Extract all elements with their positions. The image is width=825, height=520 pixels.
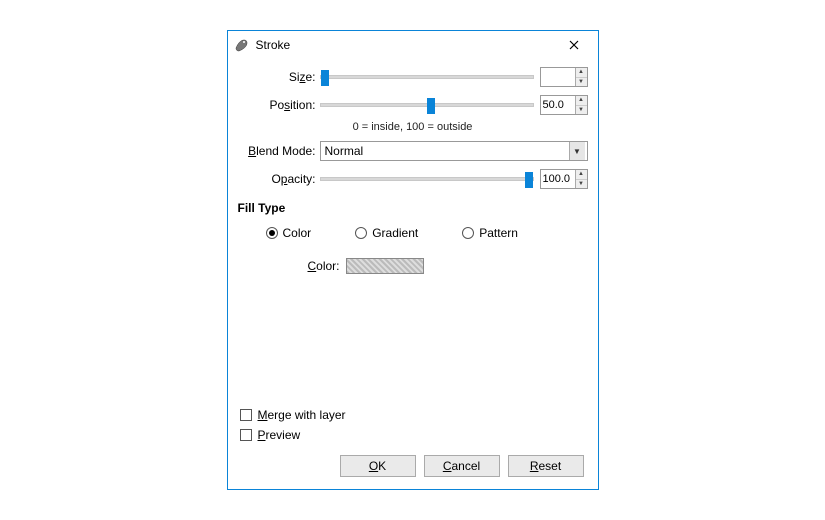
size-slider[interactable] [320, 75, 534, 79]
size-spinbox[interactable]: ▲ ▼ [540, 67, 588, 87]
size-row: Size: ▲ ▼ [238, 65, 588, 89]
cancel-button[interactable]: Cancel [424, 455, 500, 477]
radio-icon [462, 227, 474, 239]
opacity-input[interactable] [541, 170, 575, 188]
size-spin-arrows[interactable]: ▲ ▼ [575, 68, 587, 86]
position-slider-thumb[interactable] [427, 98, 435, 114]
fill-pattern-radio[interactable]: Pattern [462, 226, 518, 240]
position-row: Position: ▲ ▼ [238, 93, 588, 117]
position-input[interactable] [541, 96, 575, 114]
fill-pattern-label: Pattern [479, 226, 518, 240]
fill-color-radio[interactable]: Color [266, 226, 312, 240]
position-spin-arrows[interactable]: ▲ ▼ [575, 96, 587, 114]
opacity-row: Opacity: ▲ ▼ [238, 167, 588, 191]
down-arrow-icon[interactable]: ▼ [576, 78, 587, 87]
close-icon [569, 40, 579, 50]
blend-mode-row: Blend Mode: Normal ▼ [238, 139, 588, 163]
reset-button[interactable]: Reset [508, 455, 584, 477]
preview-check-row[interactable]: Preview [238, 425, 588, 445]
color-swatch-button[interactable] [346, 258, 424, 274]
button-row: OK Cancel Reset [238, 445, 588, 487]
opacity-spinbox[interactable]: ▲ ▼ [540, 169, 588, 189]
opacity-spin-arrows[interactable]: ▲ ▼ [575, 170, 587, 188]
close-button[interactable] [556, 33, 592, 57]
radio-icon [355, 227, 367, 239]
blend-mode-label: Blend Mode: [238, 144, 320, 158]
up-arrow-icon[interactable]: ▲ [576, 68, 587, 78]
fill-gradient-radio[interactable]: Gradient [355, 226, 418, 240]
fill-type-radios: Color Gradient Pattern [238, 223, 588, 243]
ok-button[interactable]: OK [340, 455, 416, 477]
preview-checkbox[interactable] [240, 429, 252, 441]
blend-mode-select[interactable]: Normal ▼ [320, 141, 588, 161]
app-icon [234, 37, 250, 53]
color-row: Color: [238, 255, 588, 277]
size-label: Size: [238, 70, 320, 84]
position-spinbox[interactable]: ▲ ▼ [540, 95, 588, 115]
fill-color-label: Color [283, 226, 312, 240]
color-label: Color: [308, 259, 340, 273]
titlebar: Stroke [228, 31, 598, 59]
blend-mode-value: Normal [325, 144, 569, 158]
dialog-title: Stroke [256, 38, 556, 52]
up-arrow-icon[interactable]: ▲ [576, 96, 587, 106]
preview-label: Preview [258, 428, 301, 442]
size-slider-thumb[interactable] [321, 70, 329, 86]
fill-gradient-label: Gradient [372, 226, 418, 240]
opacity-label: Opacity: [238, 172, 320, 186]
position-hint: 0 = inside, 100 = outside [238, 121, 588, 133]
down-arrow-icon[interactable]: ▼ [576, 106, 587, 115]
merge-label: Merge with layer [258, 408, 346, 422]
radio-icon [266, 227, 278, 239]
dialog-body: Size: ▲ ▼ Position: [228, 59, 598, 489]
size-input[interactable] [541, 68, 575, 86]
up-arrow-icon[interactable]: ▲ [576, 170, 587, 180]
chevron-down-icon[interactable]: ▼ [569, 142, 585, 160]
opacity-slider[interactable] [320, 177, 534, 181]
position-label: Position: [238, 98, 320, 112]
down-arrow-icon[interactable]: ▼ [576, 180, 587, 189]
merge-checkbox[interactable] [240, 409, 252, 421]
position-slider[interactable] [320, 103, 534, 107]
merge-check-row[interactable]: Merge with layer [238, 405, 588, 425]
stroke-dialog: Stroke Size: ▲ ▼ Posit [227, 30, 599, 490]
opacity-slider-thumb[interactable] [525, 172, 533, 188]
fill-type-heading: Fill Type [238, 201, 588, 215]
